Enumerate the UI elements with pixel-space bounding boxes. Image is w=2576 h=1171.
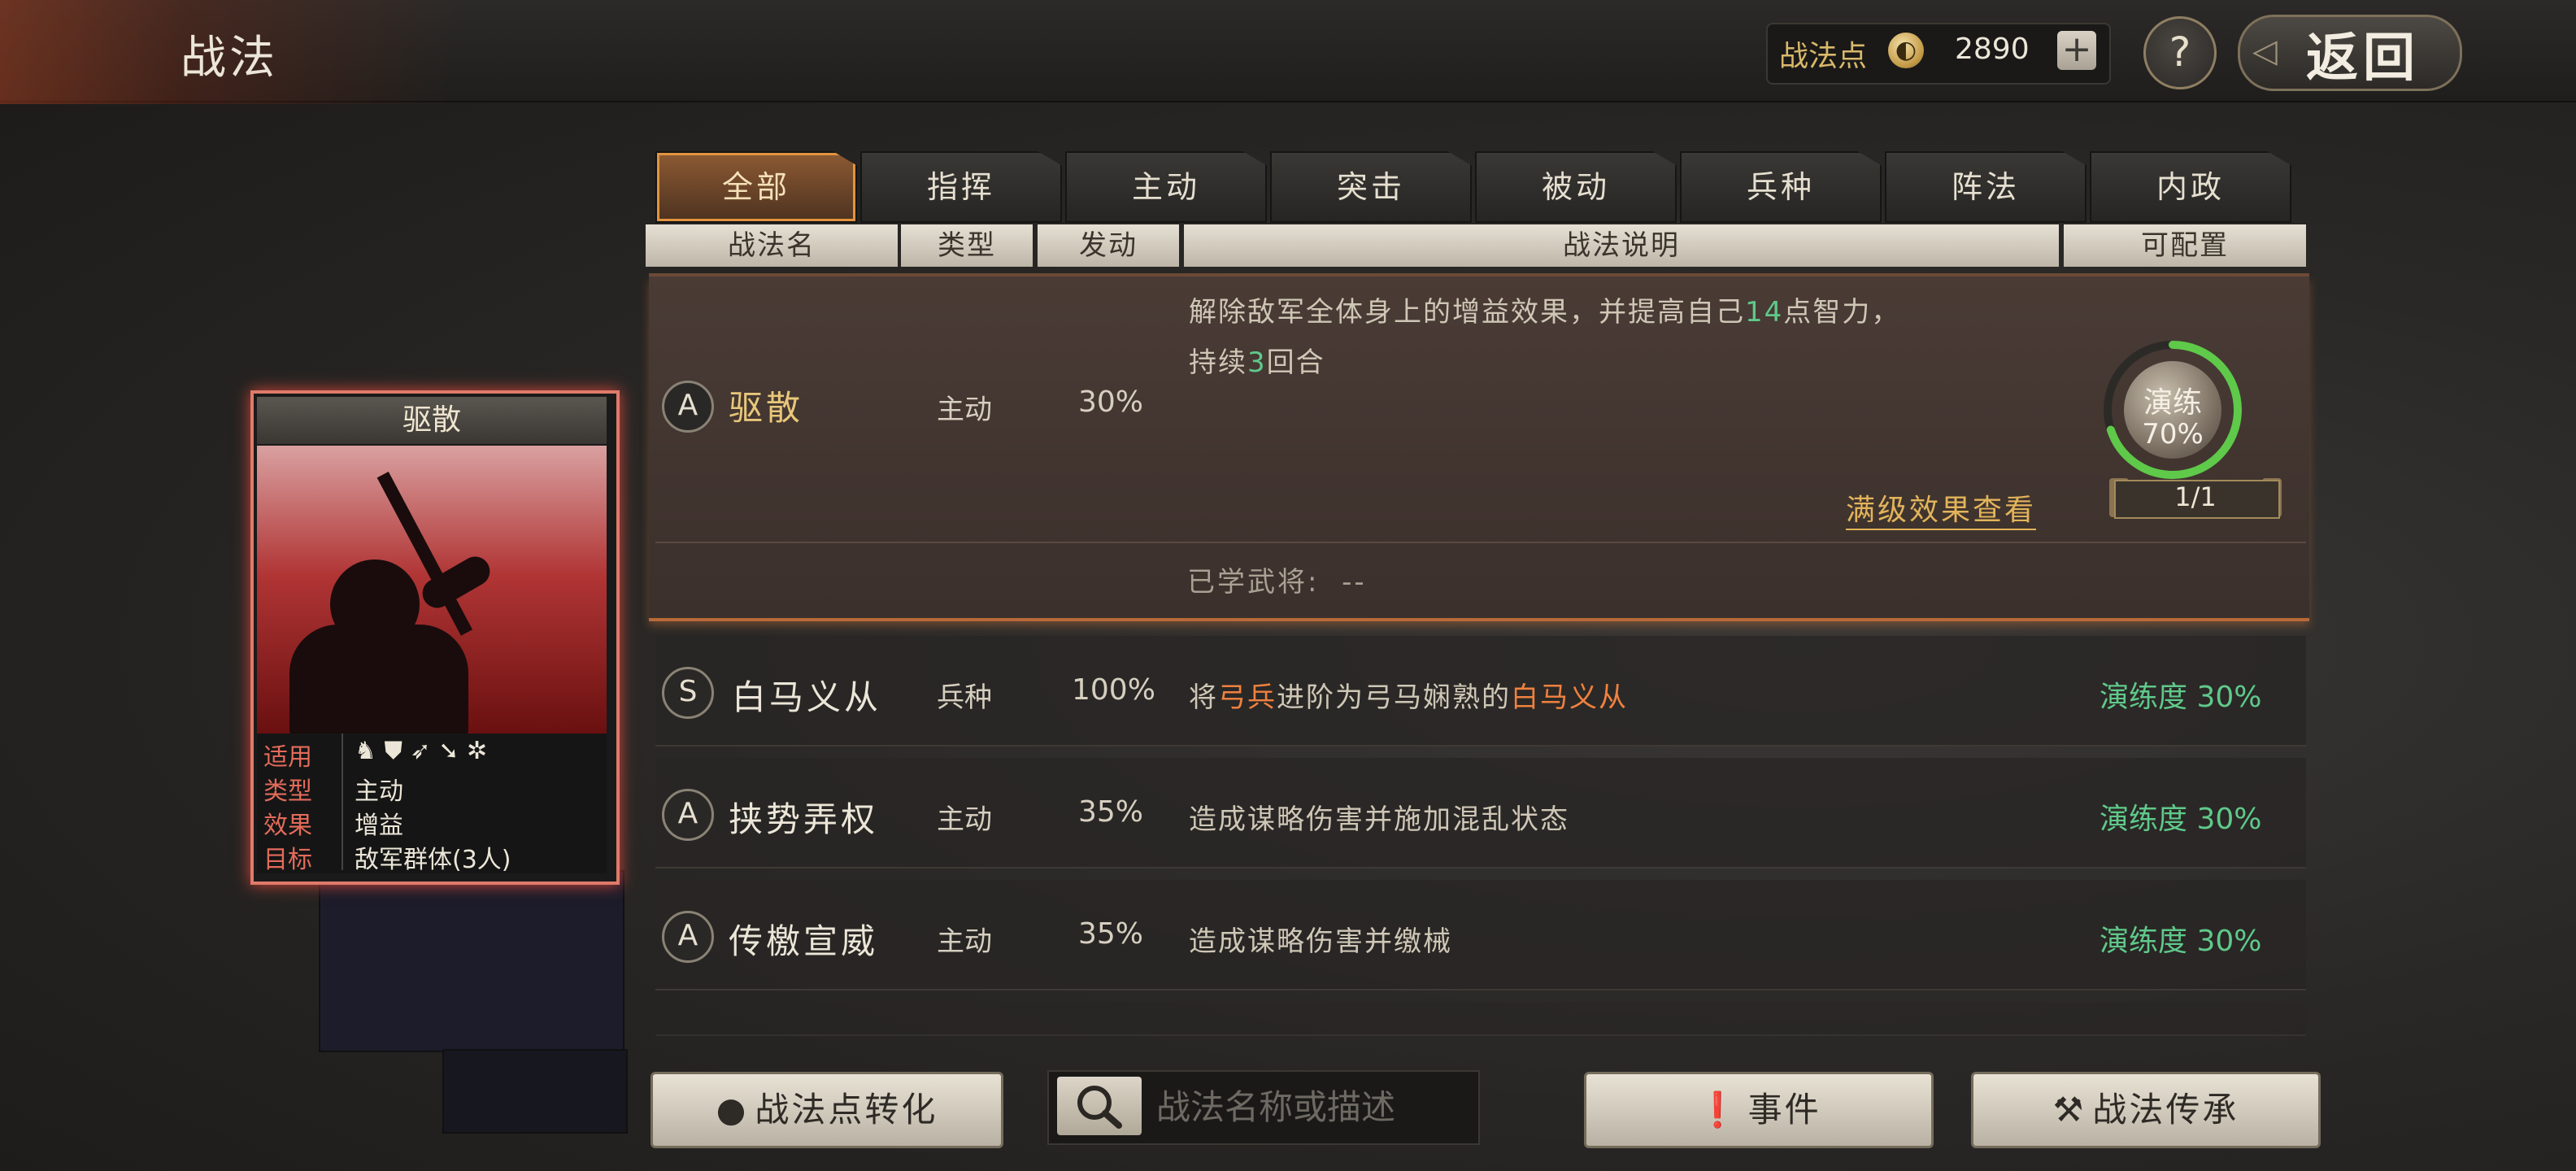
tactic-description: 将弓兵进阶为弓马娴熟的白马义从	[1189, 675, 1628, 715]
tab-internal[interactable]: 内政	[2090, 151, 2291, 223]
convert-points-button[interactable]: ● 战法点转化	[651, 1072, 1003, 1148]
proficiency: 演练度 30%	[2100, 803, 2262, 836]
search-icon	[1077, 1086, 1122, 1129]
proficiency: 演练度 30%	[2100, 681, 2262, 714]
back-button-label[interactable]: 返回	[2306, 16, 2420, 91]
shield-icon: ⛊	[384, 737, 402, 765]
tab-formation[interactable]: 阵法	[1885, 151, 2086, 223]
column-header-trigger[interactable]: 发动	[1038, 224, 1179, 267]
back-arrow-icon: ◁	[2252, 33, 2278, 70]
card-row-target: 目标 敌军群体(3人)	[257, 836, 607, 874]
troop-type-icons: ♞ ⛊ ➶ ➘ ✲	[355, 737, 487, 765]
spear-icon: ➘	[438, 737, 459, 765]
tactic-inherit-button[interactable]: ⚒ 战法传承	[1971, 1072, 2321, 1148]
tab-command[interactable]: 指挥	[860, 151, 1062, 223]
divider	[655, 542, 2306, 543]
card-stack-back	[319, 870, 624, 1052]
cavalry-icon: ♞	[355, 737, 376, 765]
tactic-name: 驱散	[729, 388, 804, 428]
drill-label[interactable]: 演练	[2124, 379, 2221, 421]
search-input[interactable]	[1155, 1073, 1467, 1140]
tactic-description-line2: 持续3回合	[1189, 340, 1325, 380]
learned-value: --	[1342, 566, 1367, 599]
help-button[interactable]: ?	[2143, 16, 2217, 89]
tactic-trigger-rate: 35%	[1078, 795, 1144, 829]
alert-icon: ❗	[1696, 1090, 1742, 1130]
desc-text: 解除敌军全体身上的增益效果，并提高自己	[1189, 296, 1745, 329]
card-row-type: 类型 主动	[257, 768, 607, 806]
card-row-effect: 效果 增益	[257, 802, 607, 840]
card-info-table: 适用 ♞ ⛊ ➶ ➘ ✲ 类型 主动 效果 增益 目标 敌军群体(3人)	[257, 734, 607, 874]
tactic-trigger-rate: 35%	[1078, 917, 1144, 951]
warrior-head-silhouette	[330, 559, 420, 649]
desc-text: 将	[1189, 681, 1218, 714]
desc-text: 进阶为弓马娴熟的	[1277, 681, 1511, 714]
grade-badge: S	[662, 667, 714, 719]
tactic-points-value: 2890	[1955, 33, 2030, 66]
search-button[interactable]	[1057, 1077, 1142, 1135]
desc-text: 持续	[1189, 346, 1247, 379]
convert-label: 战法点转化	[755, 1090, 938, 1130]
card-artwork	[257, 446, 607, 734]
card-row-applicable: 适用 ♞ ⛊ ➶ ➘ ✲	[257, 734, 607, 772]
tactic-trigger-rate: 30%	[1078, 385, 1144, 419]
event-label: 事件	[1747, 1090, 1821, 1130]
tactic-point-coin-icon: ◐	[1888, 33, 1924, 68]
tab-troop[interactable]: 兵种	[1680, 151, 1882, 223]
desc-text: 回合	[1266, 346, 1325, 379]
desc-text: 点智力，	[1783, 296, 1901, 329]
tactic-trigger-rate: 100%	[1072, 673, 1155, 707]
desc-number: 3	[1247, 346, 1267, 379]
tab-passive[interactable]: 被动	[1475, 151, 1677, 223]
tactic-name: 挟势弄权	[729, 799, 879, 839]
card-key: 目标	[263, 846, 312, 874]
column-header-configurable[interactable]: 可配置	[2064, 224, 2306, 267]
proficiency: 演练度 30%	[2100, 925, 2262, 958]
desc-highlight: 白马义从	[1511, 681, 1628, 714]
tactic-points-label: 战法点	[1779, 40, 1868, 73]
inherit-label: 战法传承	[2092, 1090, 2239, 1130]
column-header-name[interactable]: 战法名	[646, 224, 898, 267]
grade-badge: A	[662, 789, 714, 841]
page-title: 战法	[181, 32, 278, 85]
tactic-row-partial[interactable]	[655, 1002, 2306, 1036]
tab-all[interactable]: 全部	[655, 151, 857, 223]
tactic-name: 白马义从	[732, 677, 882, 717]
hammer-icon: ⚒	[2052, 1090, 2086, 1130]
tactic-description: 造成谋略伤害并缴械	[1189, 925, 1452, 958]
tactic-type: 主动	[937, 803, 992, 836]
wheel-icon: ✲	[466, 737, 488, 765]
tactic-description: 造成谋略伤害并施加混乱状态	[1189, 803, 1569, 836]
flame-icon: ●	[716, 1090, 749, 1130]
column-header-type[interactable]: 类型	[901, 224, 1033, 267]
max-level-effect-link[interactable]: 满级效果查看	[1846, 486, 2037, 530]
tactic-row[interactable]	[655, 880, 2306, 990]
bow-icon: ➶	[410, 737, 431, 765]
drill-percentage: 70%	[2142, 418, 2204, 451]
card-title: 驱散	[257, 397, 607, 444]
learned-label: 已学武将:	[1187, 566, 1320, 599]
tab-assault[interactable]: 突击	[1270, 151, 1472, 223]
column-header-description: 战法说明	[1184, 224, 2059, 267]
grade-badge: A	[662, 911, 714, 963]
card-stack-back	[442, 1049, 628, 1134]
tactic-type: 兵种	[937, 681, 992, 714]
tactic-name: 传檄宣威	[729, 921, 879, 961]
desc-number: 14	[1745, 296, 1784, 329]
event-button[interactable]: ❗ 事件	[1584, 1072, 1934, 1148]
tab-active[interactable]: 主动	[1065, 151, 1267, 223]
learned-generals: 已学武将: --	[1187, 559, 1367, 599]
tactic-type: 主动	[937, 925, 992, 958]
card-value: 敌军群体(3人)	[355, 846, 511, 874]
drill-count: 1/1	[2174, 481, 2217, 512]
desc-highlight: 弓兵	[1218, 681, 1277, 714]
tactic-type: 主动	[937, 394, 992, 426]
add-points-button[interactable]: +	[2057, 31, 2096, 70]
grade-badge: A	[662, 381, 714, 433]
tactic-description-line1: 解除敌军全体身上的增益效果，并提高自己14点智力，	[1189, 289, 1900, 329]
